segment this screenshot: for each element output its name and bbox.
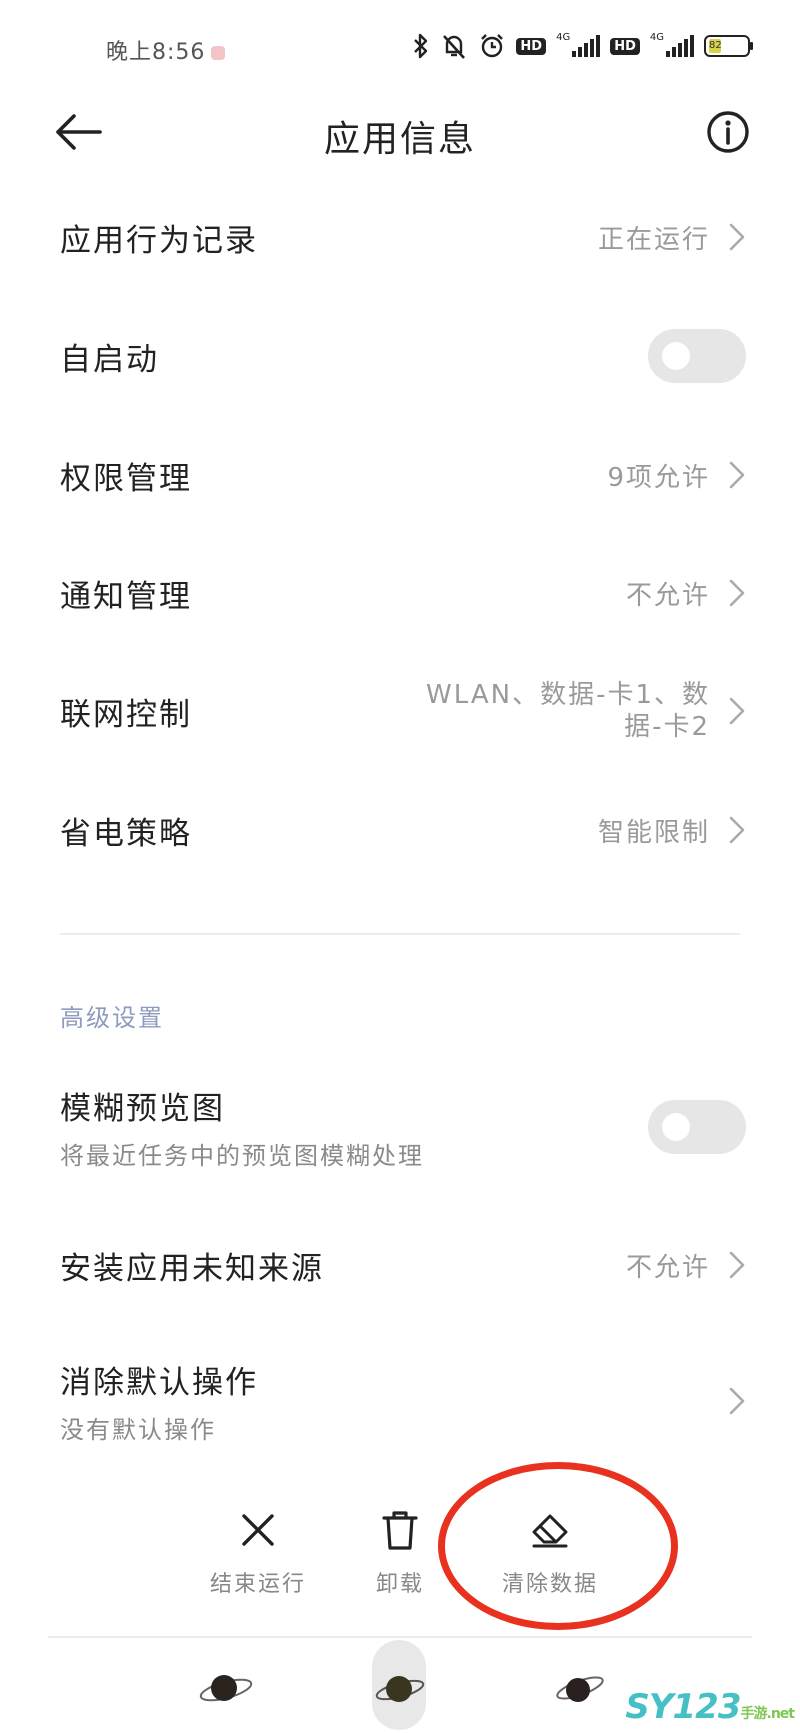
action-bar: 结束运行 卸载 清除数据 — [0, 1508, 800, 1608]
page-title: 应用信息 — [323, 119, 476, 160]
uninstall-button[interactable]: 卸载 — [360, 1508, 440, 1598]
chevron-right-icon — [729, 816, 745, 844]
row-permission-management[interactable]: 权限管理 9项允许 — [60, 450, 746, 500]
alarm-icon — [481, 34, 504, 58]
row-label: 自启动 — [60, 341, 159, 378]
row-install-unknown-sources[interactable]: 安装应用未知来源 不允许 — [60, 1240, 746, 1290]
row-value: 9项允许 — [607, 462, 710, 493]
nav-back-planet-icon[interactable] — [548, 1664, 608, 1714]
nav-divider — [48, 1636, 752, 1638]
row-label: 应用行为记录 — [60, 222, 258, 259]
nav-home-planet-icon[interactable] — [370, 1664, 430, 1714]
auto-start-toggle[interactable] — [648, 329, 746, 383]
chevron-right-icon — [729, 697, 745, 725]
row-network-control[interactable]: 联网控制 WLAN、数据-卡1、数 据-卡2 — [60, 678, 746, 744]
status-bar: 晚上8:56 HD 4G HD 4G 82 — [0, 28, 800, 68]
hd-badge-sim2: HD — [610, 37, 640, 55]
action-label: 结束运行 — [209, 1572, 306, 1597]
status-icons: HD 4G HD 4G 82 — [412, 32, 753, 60]
site-watermark: SY123手游.net — [625, 1687, 795, 1727]
row-value: 不允许 — [625, 1252, 710, 1283]
row-label: 省电策略 — [60, 815, 192, 852]
mute-bell-icon — [443, 35, 466, 59]
row-value: 智能限制 — [597, 817, 710, 848]
row-value-line: 据-卡2 — [624, 712, 710, 742]
notification-dot-icon — [211, 46, 226, 60]
network-type-sim1: 4G — [556, 32, 571, 43]
section-divider — [60, 933, 740, 935]
battery-level: 82 — [709, 39, 722, 53]
toggle-knob — [662, 1113, 690, 1141]
blur-preview-toggle[interactable] — [648, 1100, 746, 1154]
stop-running-button[interactable]: 结束运行 — [208, 1508, 308, 1598]
row-label: 通知管理 — [60, 578, 192, 615]
row-auto-start: 自启动 — [60, 328, 746, 384]
row-text-group: 消除默认操作 没有默认操作 — [60, 1357, 258, 1445]
chevron-right-icon — [729, 1387, 745, 1415]
signal-strength-sim1-icon — [572, 35, 601, 57]
row-description: 没有默认操作 — [60, 1416, 216, 1444]
row-notification-management[interactable]: 通知管理 不允许 — [60, 568, 746, 618]
row-value: 正在运行 — [597, 224, 710, 255]
row-label: 权限管理 — [60, 460, 192, 497]
row-value: 不允许 — [625, 580, 710, 611]
highlight-circle-annotation — [438, 1462, 678, 1630]
row-value-line: WLAN、数据-卡1、数 — [426, 680, 710, 710]
nav-menu-planet-icon[interactable] — [196, 1664, 256, 1714]
close-icon — [242, 1514, 274, 1546]
chevron-right-icon — [729, 579, 745, 607]
row-app-behavior-record[interactable]: 应用行为记录 正在运行 — [60, 212, 746, 262]
app-header: 应用信息 — [0, 92, 800, 172]
battery-icon: 82 — [704, 35, 753, 57]
signal-strength-sim2-icon — [666, 35, 694, 57]
chevron-right-icon — [729, 1251, 745, 1279]
row-value: WLAN、数据-卡1、数 据-卡2 — [426, 679, 710, 743]
network-type-sim2: 4G — [649, 32, 664, 43]
row-label: 消除默认操作 — [60, 1365, 258, 1401]
status-time: 晚上8:56 — [106, 34, 226, 66]
info-icon[interactable] — [706, 110, 750, 154]
action-label: 卸载 — [375, 1572, 424, 1597]
row-blur-preview: 模糊预览图 将最近任务中的预览图模糊处理 — [60, 1082, 746, 1172]
chevron-right-icon — [729, 461, 745, 489]
row-clear-defaults[interactable]: 消除默认操作 没有默认操作 — [60, 1356, 746, 1446]
section-title-advanced: 高级设置 — [60, 1004, 164, 1032]
row-label: 模糊预览图 — [60, 1091, 225, 1127]
row-text-group: 模糊预览图 将最近任务中的预览图模糊处理 — [60, 1083, 424, 1171]
row-label: 联网控制 — [60, 696, 192, 733]
navigation-bar: SY123手游.net — [0, 1640, 800, 1733]
row-power-saving-strategy[interactable]: 省电策略 智能限制 — [60, 805, 746, 855]
bluetooth-icon — [414, 33, 428, 59]
row-label: 安装应用未知来源 — [60, 1250, 324, 1287]
row-description: 将最近任务中的预览图模糊处理 — [60, 1142, 424, 1170]
hd-badge-sim1: HD — [516, 37, 547, 55]
chevron-right-icon — [729, 223, 745, 251]
trash-icon — [382, 1511, 418, 1550]
toggle-knob — [662, 342, 690, 370]
